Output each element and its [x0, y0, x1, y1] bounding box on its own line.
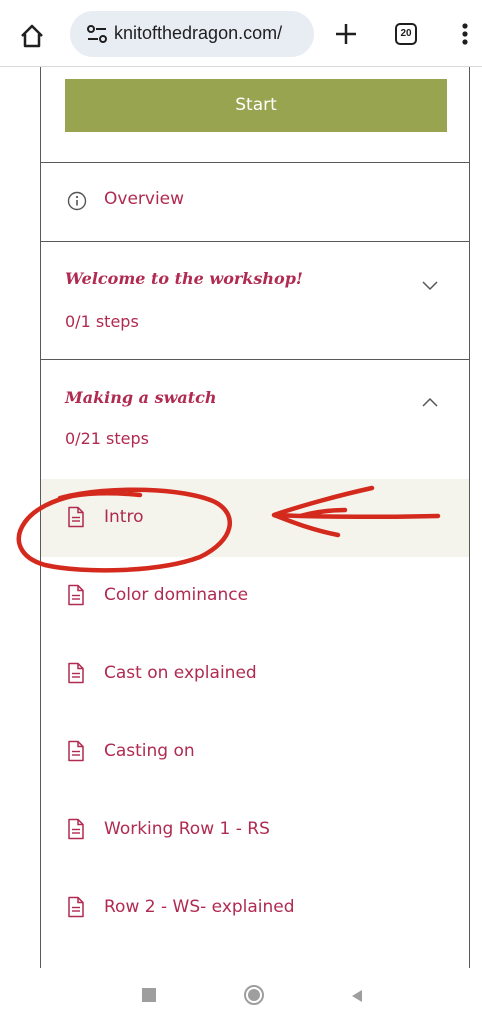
- recent-apps-icon[interactable]: [142, 988, 156, 1002]
- section-title-welcome[interactable]: Welcome to the workshop!: [65, 269, 303, 288]
- more-options-icon[interactable]: [455, 20, 475, 48]
- address-bar[interactable]: knitofthedragon.com/: [70, 11, 314, 57]
- section-title-swatch[interactable]: Making a swatch: [65, 388, 216, 407]
- start-button[interactable]: Start: [65, 79, 447, 132]
- lesson-label: Intro: [104, 507, 144, 527]
- chevron-up-icon[interactable]: [421, 393, 439, 407]
- back-icon[interactable]: [350, 988, 364, 1002]
- section-steps-welcome: 0/1 steps: [65, 312, 139, 331]
- overview-label: Overview: [104, 189, 185, 209]
- section-steps-swatch: 0/21 steps: [65, 429, 149, 448]
- chevron-down-icon[interactable]: [421, 276, 439, 291]
- browser-toolbar: knitofthedragon.com/ 20: [0, 0, 482, 67]
- system-nav-bar: [0, 968, 482, 1021]
- lesson-label: Working Row 1 - RS: [104, 819, 270, 839]
- plus-icon[interactable]: [333, 21, 359, 47]
- lesson-item-working-row-1[interactable]: Working Row 1 - RS: [41, 791, 469, 869]
- lesson-label: Color dominance: [104, 585, 249, 605]
- lesson-item-color-dominance[interactable]: Color dominance: [41, 557, 469, 635]
- lesson-item-intro[interactable]: Intro: [41, 479, 469, 557]
- lesson-label: Row 2 - WS- explained: [104, 897, 295, 917]
- lesson-item-cast-on-explained[interactable]: Cast on explained: [41, 635, 469, 713]
- info-icon: [67, 191, 87, 211]
- lesson-label: Casting on: [104, 741, 195, 761]
- home-icon[interactable]: [18, 22, 46, 50]
- course-sidebar: Start Overview Welcome to the workshop! …: [40, 67, 470, 968]
- divider: [41, 359, 469, 360]
- document-icon: [67, 506, 85, 528]
- document-icon: [67, 818, 85, 840]
- divider: [41, 241, 469, 242]
- lesson-item-casting-on[interactable]: Casting on: [41, 713, 469, 791]
- lesson-item-row-2-explained[interactable]: Row 2 - WS- explained: [41, 869, 469, 947]
- document-icon: [67, 896, 85, 918]
- document-icon: [67, 662, 85, 684]
- overview-link[interactable]: Overview: [41, 163, 469, 241]
- site-settings-icon[interactable]: [86, 24, 108, 44]
- tab-switcher-button[interactable]: 20: [395, 23, 417, 45]
- lesson-label: Cast on explained: [104, 663, 257, 683]
- home-circle-icon[interactable]: [243, 984, 265, 1006]
- url-text: knitofthedragon.com/: [114, 23, 283, 43]
- document-icon: [67, 740, 85, 762]
- document-icon: [67, 584, 85, 606]
